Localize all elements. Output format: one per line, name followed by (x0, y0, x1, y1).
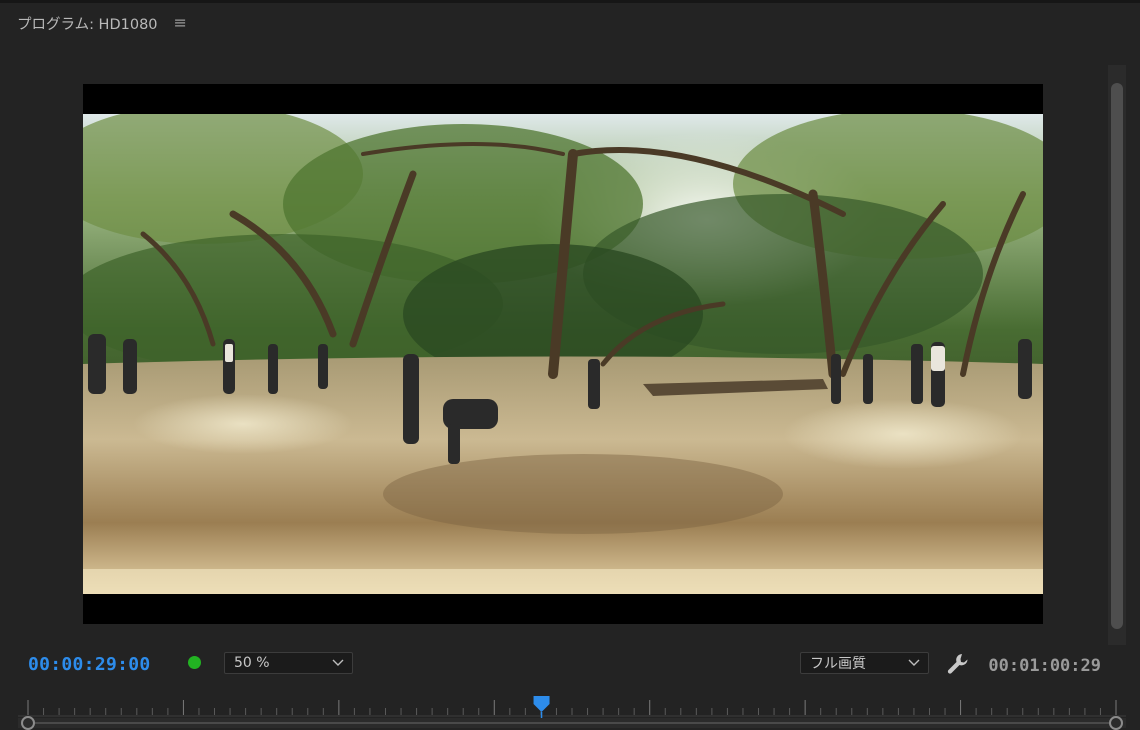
hamburger-menu-icon[interactable]: ≡ (174, 15, 187, 31)
video-viewer[interactable] (83, 84, 1043, 624)
panel-top-border (0, 0, 1140, 3)
zoom-level-value: 50 % (234, 655, 270, 671)
chevron-down-icon (332, 659, 344, 666)
wrench-icon[interactable] (945, 651, 971, 677)
chevron-down-icon (908, 659, 920, 666)
playhead-marker-icon[interactable] (533, 696, 550, 718)
vertical-scrollbar[interactable] (1108, 65, 1126, 645)
video-frame-image (83, 114, 1043, 594)
panel-header: プログラム: HD1080 ≡ (17, 12, 187, 34)
scrollbar-thumb[interactable] (1111, 83, 1123, 629)
playback-resolution-select[interactable]: フル画質 (800, 652, 929, 674)
zoom-handle-left[interactable] (21, 716, 35, 730)
zoom-level-select[interactable]: 50 % (224, 652, 353, 674)
program-monitor-panel: プログラム: HD1080 ≡ 00:00:29:00 50 % フル画質 00… (0, 0, 1140, 730)
video-frame (83, 114, 1043, 594)
duration-timecode: 00:01:00:29 (988, 656, 1101, 676)
ruler-ticks (27, 700, 1117, 715)
playback-resolution-value: フル画質 (810, 656, 866, 672)
status-indicator-icon (188, 656, 201, 669)
zoom-handle-right[interactable] (1109, 716, 1123, 730)
timeline-ruler-graphic (18, 696, 1126, 730)
current-timecode[interactable]: 00:00:29:00 (28, 654, 151, 675)
panel-title[interactable]: プログラム: HD1080 (17, 13, 158, 34)
timeline-ruler[interactable] (18, 696, 1126, 730)
